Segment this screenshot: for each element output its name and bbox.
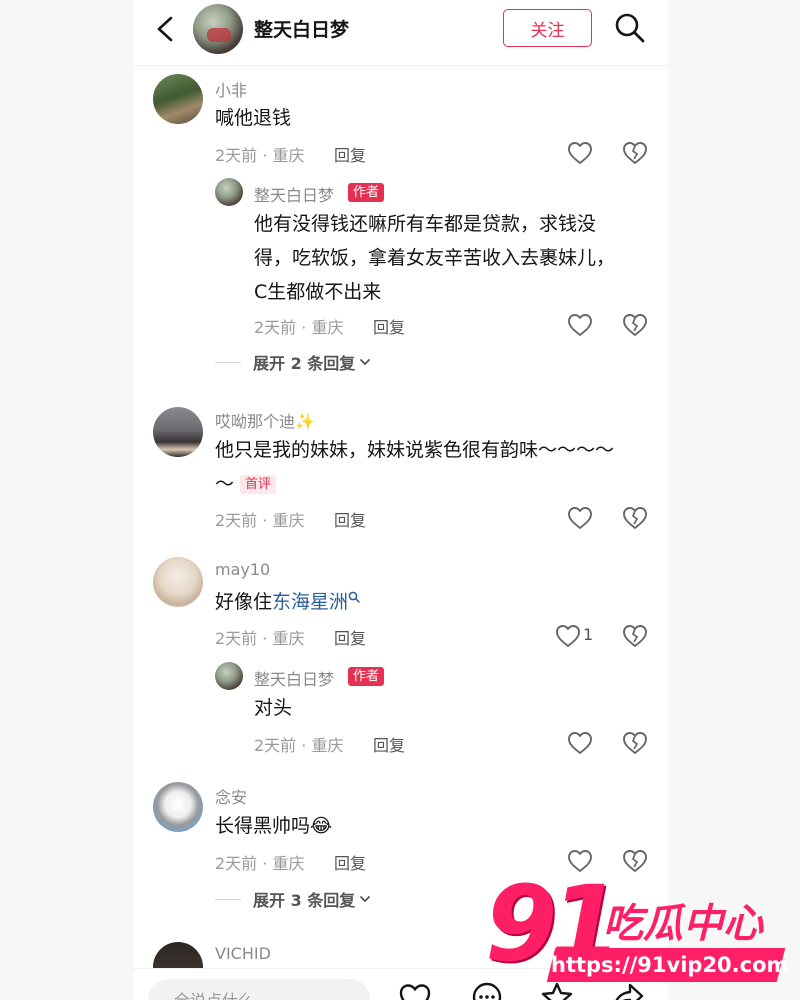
comment-username[interactable]: 念安: [215, 784, 247, 808]
heart-icon[interactable]: [567, 731, 593, 755]
reply-button[interactable]: 回复: [373, 314, 405, 338]
heart-icon[interactable]: [567, 141, 593, 165]
comment-username[interactable]: VICHID: [215, 944, 271, 963]
reply-username[interactable]: 整天白日梦: [254, 666, 334, 690]
comment-text-tail: ～: [215, 473, 235, 495]
broken-heart-icon[interactable]: [622, 731, 648, 755]
chevron-left-icon[interactable]: [151, 14, 179, 44]
heart-icon[interactable]: [567, 313, 593, 337]
broken-heart-icon[interactable]: [622, 313, 648, 337]
top-bar: 整天白日梦 关注: [133, 0, 668, 66]
heart-icon[interactable]: [398, 983, 432, 1000]
expand-replies-label: 展开 2 条回复: [253, 354, 356, 373]
reply-text-line: 得，吃软饭，拿着女友辛苦收入去裹妹儿，: [254, 247, 616, 269]
reply-text-line: 他有没得钱还嘛所有车都是贷款，求钱没: [254, 213, 597, 235]
expand-replies-button[interactable]: 展开 3 条回复: [215, 887, 371, 911]
search-icon[interactable]: [613, 11, 647, 45]
comment-meta: 2天前 · 重庆: [215, 629, 305, 648]
broken-heart-icon[interactable]: [622, 141, 648, 165]
watermark-logo: 91 吃瓜中心 https://91vip20.com: [485, 872, 789, 990]
reply-text: 对头: [254, 697, 293, 719]
search-icon[interactable]: [348, 591, 360, 605]
broken-heart-icon[interactable]: [622, 624, 648, 648]
comment-meta: 2天前 · 重庆: [215, 146, 305, 165]
reply-button[interactable]: 回复: [334, 850, 366, 874]
watermark-url-text: https://91vip20.com: [551, 953, 789, 977]
reply-text-line: C生都做不出来: [254, 281, 382, 303]
heart-icon[interactable]: [555, 624, 581, 648]
comment-meta: 2天前 · 重庆: [215, 854, 305, 873]
phone-screen: 整天白日梦 关注 小非 喊他退钱 2天前 · 重庆 回复 整天白日梦 作者 他有…: [133, 0, 668, 1000]
comment-text: 喊他退钱: [215, 107, 292, 129]
reply-avatar[interactable]: [215, 178, 243, 206]
first-comment-badge: 首评: [240, 475, 277, 494]
location-link[interactable]: 东海星洲: [272, 591, 348, 613]
heart-icon[interactable]: [567, 506, 593, 530]
author-badge: 作者: [348, 667, 385, 686]
author-avatar[interactable]: [193, 4, 243, 54]
reply-button[interactable]: 回复: [373, 732, 405, 756]
comment-text-prefix: 好像住: [215, 591, 273, 613]
reply-username[interactable]: 整天白日梦: [254, 182, 334, 206]
chevron-down-icon: [360, 359, 371, 366]
broken-heart-icon[interactable]: [622, 849, 648, 873]
comment-text-line: 他只是我的妹妹，妹妹说紫色很有韵味～～～～: [215, 439, 615, 461]
comment-username[interactable]: may10: [215, 560, 270, 579]
user-avatar[interactable]: [153, 782, 203, 832]
comment-username[interactable]: 哎呦那个迪✨: [215, 408, 315, 432]
reply-meta: 2天前 · 重庆: [254, 318, 344, 337]
broken-heart-icon[interactable]: [622, 506, 648, 530]
comment-text: 好像住东海星洲: [215, 585, 360, 619]
follow-button[interactable]: 关注: [503, 9, 592, 47]
reply-avatar[interactable]: [215, 662, 243, 690]
author-badge: 作者: [348, 183, 385, 202]
reply-meta: 2天前 · 重庆: [254, 736, 344, 755]
like-count: 1: [583, 625, 594, 644]
reply-button[interactable]: 回复: [334, 142, 366, 166]
expand-replies-button[interactable]: 展开 2 条回复: [215, 350, 371, 374]
comment-input[interactable]: 全说点什么: [148, 979, 370, 1000]
reply-button[interactable]: 回复: [334, 625, 366, 649]
comment-meta: 2天前 · 重庆: [215, 511, 305, 530]
user-avatar[interactable]: [153, 74, 203, 124]
author-name[interactable]: 整天白日梦: [254, 15, 349, 42]
expand-replies-label: 展开 3 条回复: [253, 891, 356, 910]
user-avatar[interactable]: [153, 557, 203, 607]
watermark-text: 吃瓜中心: [603, 901, 763, 947]
watermark-url: https://91vip20.com: [546, 948, 789, 982]
comment-username[interactable]: 小非: [215, 77, 247, 101]
chevron-down-icon: [360, 896, 371, 903]
comment-text: 长得黑帅吗😂: [215, 815, 333, 837]
comment-text-line2: ～ 首评: [215, 467, 277, 501]
user-avatar[interactable]: [153, 407, 203, 457]
reply-button[interactable]: 回复: [334, 507, 366, 531]
